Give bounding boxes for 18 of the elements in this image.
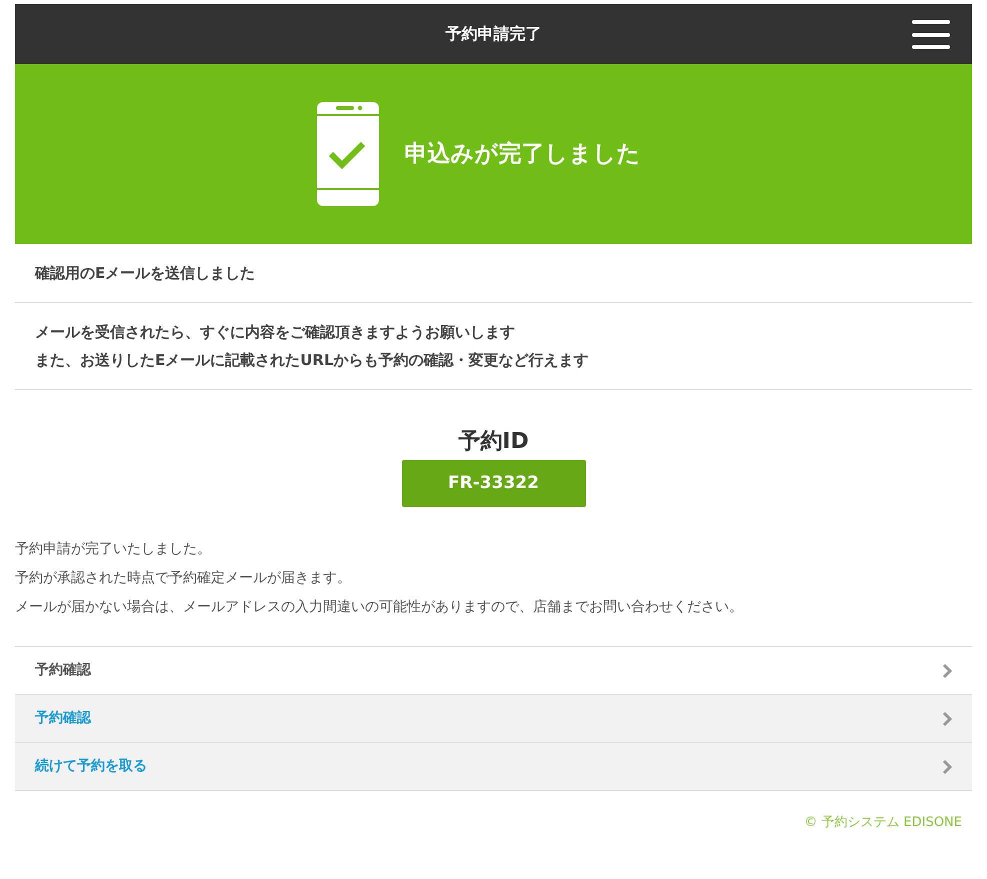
chevron-right-icon [942, 710, 952, 726]
copyright-text: © 予約システム EDISONE [804, 814, 962, 832]
notice-text: 確認用のEメールを送信しました [35, 263, 256, 284]
notice-text: また、お送りしたEメールに記載されたURLからも予約の確認・変更など行えます [35, 350, 590, 371]
reservation-id-label: 予約ID [458, 428, 529, 456]
phone-check-icon [316, 102, 378, 206]
notice-text: メールを受信されたら、すぐに内容をご確認頂きますようお願いします [35, 322, 516, 343]
description-text: メールが届かない場合は、メールアドレスの入力間違いの可能性がありますので、店舗までお問い合わせください。 [15, 598, 744, 617]
completion-message: 申込みが完了しました [404, 140, 640, 169]
page-title: 予約申請完了 [446, 23, 542, 45]
link-row[interactable]: 予約確認 [15, 695, 972, 743]
chevron-right-icon [942, 758, 952, 774]
description-text: 予約が承認された時点で予約確定メールが届きます。 [15, 569, 352, 588]
description-text: 予約申請が完了いたしました。 [15, 540, 212, 559]
reservation-id-badge: FR-33322 [402, 460, 586, 507]
menu-icon[interactable] [912, 20, 950, 49]
chevron-right-icon [942, 662, 952, 678]
link-row[interactable]: 続けて予約を取る [15, 743, 972, 791]
